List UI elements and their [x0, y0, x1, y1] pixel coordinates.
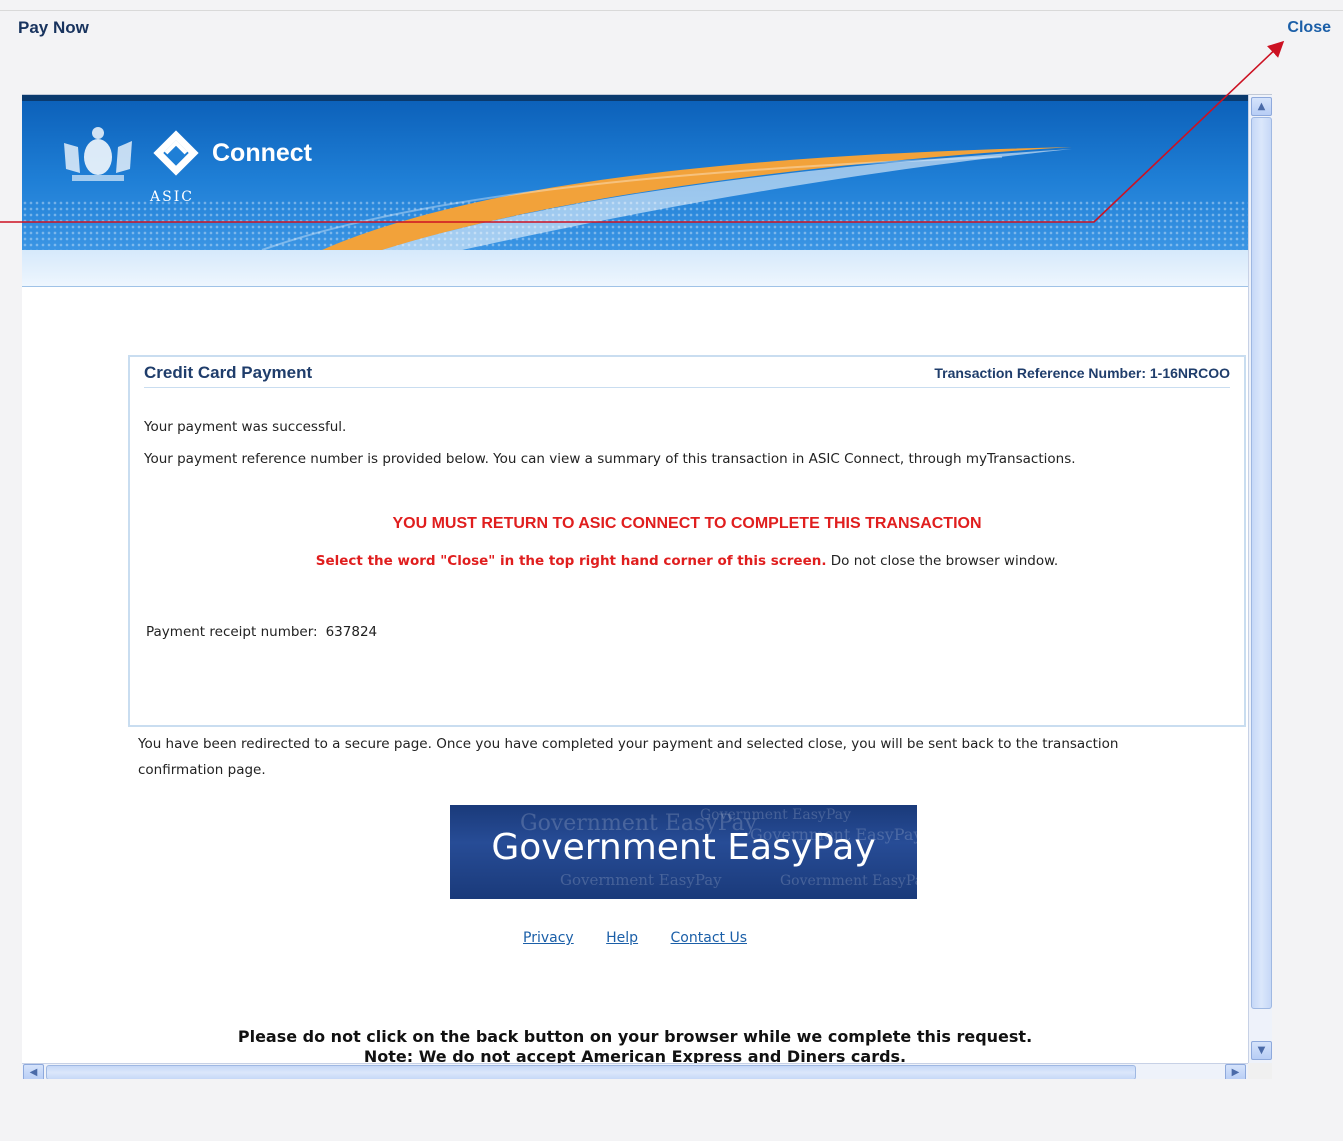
chevron-left-icon[interactable]: ◀: [23, 1064, 44, 1079]
privacy-link[interactable]: Privacy: [523, 930, 574, 946]
asic-connect-logo-icon: [153, 130, 199, 176]
back-button-notice: Please do not click on the back button o…: [237, 1027, 1033, 1046]
brand-asic-text: ASIC: [150, 189, 194, 205]
payment-frame: Connect ASIC Credit Card Payment Transac…: [22, 94, 1272, 1079]
success-message: Your payment was successful.: [144, 419, 347, 435]
redirect-message: You have been redirected to a secure pag…: [138, 736, 1119, 778]
scrollbar-corner: [1248, 1063, 1272, 1079]
vertical-scrollbar[interactable]: ▲ ▼: [1248, 95, 1272, 1063]
chevron-right-icon[interactable]: ▶: [1225, 1064, 1246, 1079]
logo-main-text: Government EasyPay: [491, 827, 876, 868]
banner-swoosh-graphic: [261, 147, 1072, 250]
receipt-number: 637824: [325, 624, 378, 640]
panel-header: Credit Card Payment Transaction Referenc…: [144, 363, 1230, 388]
close-instruction-rest: Do not close the browser window.: [826, 553, 1059, 569]
footer-links: Privacy Help Contact Us: [22, 930, 1248, 946]
chevron-up-icon[interactable]: ▲: [1251, 97, 1272, 116]
dialog-title: Pay Now: [18, 18, 89, 37]
receipt-label: Payment receipt number:: [146, 624, 318, 640]
chevron-down-icon[interactable]: ▼: [1251, 1041, 1272, 1060]
asic-connect-banner: Connect ASIC: [22, 95, 1248, 250]
help-link[interactable]: Help: [606, 930, 638, 946]
logo-bg-text: Government EasyPay: [560, 871, 722, 889]
reference-message: Your payment reference number is provide…: [144, 451, 1076, 467]
return-warning: YOU MUST RETURN TO ASIC CONNECT TO COMPL…: [392, 515, 982, 532]
brand-connect-text: Connect: [212, 139, 312, 167]
government-easypay-logo: Government EasyPay Government EasyPay Go…: [450, 805, 917, 899]
horizontal-scrollbar[interactable]: ◀ ▶: [22, 1063, 1248, 1079]
close-link[interactable]: Close: [1287, 19, 1331, 37]
top-divider: [0, 10, 1343, 11]
horizontal-scroll-thumb[interactable]: [46, 1065, 1136, 1079]
banner-subbar: [22, 250, 1248, 287]
receipt-row: Payment receipt number: 637824: [146, 624, 377, 640]
panel-title: Credit Card Payment: [144, 363, 313, 382]
contact-us-link[interactable]: Contact Us: [671, 930, 747, 946]
vertical-scroll-thumb[interactable]: [1251, 117, 1272, 1009]
close-instruction: Select the word "Close" in the top right…: [130, 553, 1244, 569]
close-instruction-emphasis: Select the word "Close" in the top right…: [315, 553, 827, 569]
logo-bg-text: Government EasyPay: [700, 807, 851, 823]
coat-of-arms-icon: [64, 127, 132, 181]
logo-bg-text: Government EasyPay: [780, 873, 917, 889]
transaction-reference: Transaction Reference Number: 1-16NRCOO: [934, 365, 1230, 381]
payment-result-panel: Credit Card Payment Transaction Referenc…: [128, 355, 1246, 727]
